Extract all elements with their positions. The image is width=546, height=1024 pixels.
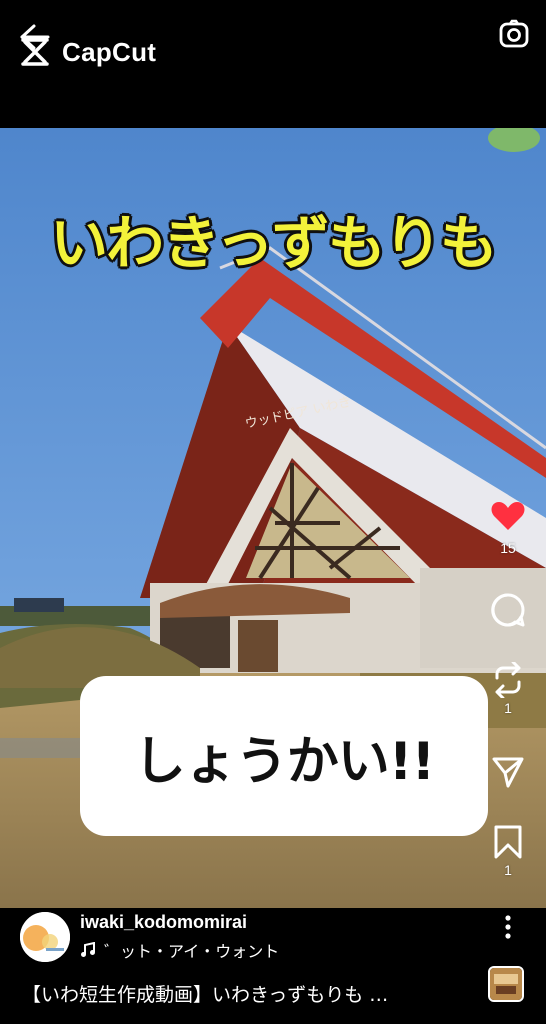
capcut-mark-icon — [21, 38, 49, 66]
camera-icon — [499, 19, 529, 48]
heart-icon — [491, 502, 525, 530]
music-info[interactable]: ゛ット・アイ・ウォント — [80, 938, 279, 962]
avatar-image — [20, 912, 70, 962]
username[interactable]: iwaki_kodomomirai — [80, 912, 247, 933]
post-info: iwaki_kodomomirai ゛ット・アイ・ウォント 【いわ短生作成動画】… — [0, 908, 546, 1024]
repost-button[interactable]: 1 — [488, 662, 528, 716]
save-count: 1 — [504, 862, 512, 878]
audio-thumbnail-image — [490, 968, 522, 1000]
repost-count: 1 — [504, 700, 512, 716]
like-count: 15 — [500, 540, 516, 556]
video-player[interactable]: ウッドピア いわき いわきっずもりも しょうかい!! — [0, 128, 546, 908]
send-icon — [492, 757, 524, 788]
save-button[interactable]: 1 — [488, 824, 528, 878]
top-bar: CapCut — [0, 0, 546, 128]
more-vertical-icon — [505, 915, 511, 939]
caption-text: しょうかい!! — [133, 731, 435, 792]
bookmark-icon — [494, 825, 522, 859]
repost-icon — [495, 662, 521, 698]
camera-button[interactable] — [498, 18, 530, 50]
avatar[interactable] — [20, 912, 70, 962]
more-options-button[interactable] — [500, 914, 516, 940]
music-title: ゛ット・アイ・ウォント — [104, 942, 280, 961]
music-note-icon — [81, 942, 95, 957]
caption-box: しょうかい!! — [80, 676, 488, 836]
video-title-overlay: いわきっずもりも — [50, 209, 498, 277]
audio-thumbnail[interactable] — [488, 966, 524, 1002]
like-button[interactable]: 15 — [488, 500, 528, 556]
comment-button[interactable] — [488, 592, 528, 628]
capcut-logo: CapCut — [20, 34, 156, 70]
logo-text: CapCut — [62, 36, 157, 67]
share-button[interactable] — [488, 756, 528, 788]
post-description[interactable]: 【いわ短生作成動画】いわきっずもりも … — [22, 980, 388, 1007]
comment-icon — [491, 593, 525, 627]
